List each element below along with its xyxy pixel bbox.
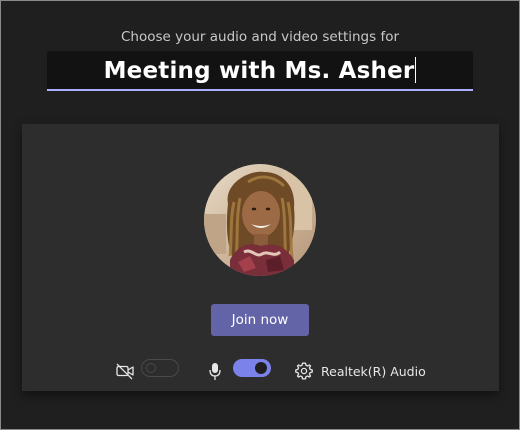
meeting-title-field[interactable]: Meeting with Ms. Asher xyxy=(47,51,473,91)
avatar-photo-icon xyxy=(204,164,316,276)
video-preview-panel: Join now Realtek(R) Audio xyxy=(22,124,499,391)
microphone-toggle[interactable] xyxy=(233,359,271,377)
device-controls: Realtek(R) Audio xyxy=(22,356,499,386)
prejoin-subtitle: Choose your audio and video settings for xyxy=(120,29,400,45)
prejoin-window: Choose your audio and video settings for… xyxy=(0,0,520,430)
text-caret xyxy=(415,57,417,83)
user-avatar xyxy=(204,164,316,276)
microphone-icon[interactable] xyxy=(208,361,222,381)
audio-device-settings[interactable]: Realtek(R) Audio xyxy=(294,359,426,383)
camera-toggle[interactable] xyxy=(141,359,179,377)
meeting-title-text: Meeting with Ms. Asher xyxy=(47,57,473,84)
audio-device-label: Realtek(R) Audio xyxy=(321,363,426,379)
gear-icon xyxy=(295,362,313,380)
meeting-title: Meeting with Ms. Asher xyxy=(103,58,415,84)
join-now-button[interactable]: Join now xyxy=(211,304,309,336)
camera-off-icon[interactable] xyxy=(115,361,135,381)
camera-toggle-knob xyxy=(146,363,156,373)
microphone-toggle-knob xyxy=(255,362,267,374)
